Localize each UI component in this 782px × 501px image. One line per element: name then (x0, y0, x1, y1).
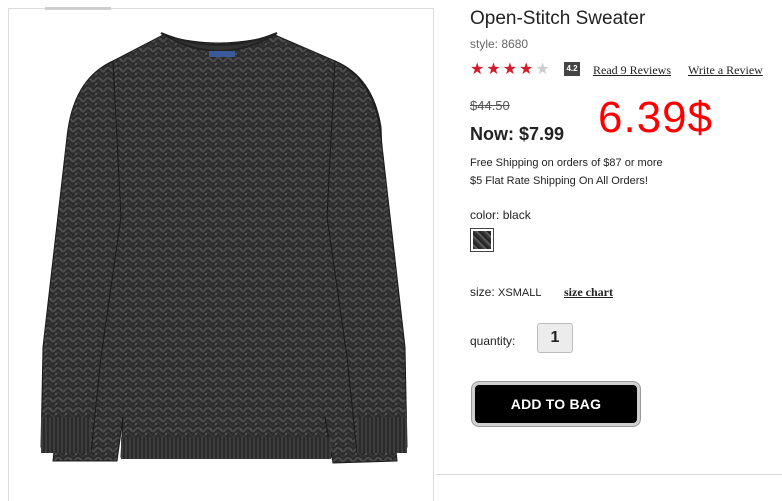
color-swatch-black[interactable] (470, 228, 494, 252)
now-label: Now: (470, 124, 514, 144)
size-label: size: (470, 285, 495, 299)
sweater-image[interactable] (13, 17, 431, 487)
size-row: size: XSMALL (470, 285, 541, 299)
size-value[interactable]: XSMALL (498, 287, 541, 299)
quantity-label: quantity: (470, 334, 516, 348)
product-info-panel: Open-Stitch Sweater style: 8680 ★ ★ ★ ★ ★ 4.… (470, 0, 782, 501)
write-review-link[interactable]: Write a Review (688, 63, 763, 78)
color-value: black (502, 208, 531, 222)
swatch-texture (473, 231, 491, 249)
now-price-value: $7.99 (519, 124, 565, 144)
rating-badge: 4.2 (564, 62, 580, 76)
sale-price: Now: $7.99 (470, 124, 564, 145)
star-icon: ★ (470, 59, 485, 78)
style-label: style: (470, 37, 499, 51)
rating-stars: ★ ★ ★ ★ ★ (470, 61, 552, 77)
color-label: color: (470, 208, 500, 222)
color-row: color: black (470, 208, 531, 222)
star-icon: ★ (502, 59, 518, 78)
flat-rate-shipping-note: $5 Flat Rate Shipping On All Orders! (470, 175, 648, 187)
read-reviews-link[interactable]: Read 9 Reviews (593, 63, 671, 78)
original-price: $44.50 (470, 98, 510, 113)
quantity-input[interactable]: 1 (537, 323, 573, 353)
style-number: style: 8680 (470, 37, 528, 51)
size-chart-link[interactable]: size chart (564, 285, 613, 300)
handwritten-price-annotation: 6.39$ (598, 93, 714, 142)
product-title: Open-Stitch Sweater (470, 8, 646, 29)
style-value: 8680 (501, 37, 529, 51)
image-tab-indicator (45, 7, 111, 10)
star-icon: ★ (535, 59, 550, 78)
star-icon: ★ (519, 59, 534, 78)
free-shipping-note: Free Shipping on orders of $87 or more (470, 157, 663, 169)
product-image-panel (8, 7, 434, 501)
add-to-bag-button[interactable]: ADD TO BAG (472, 382, 640, 426)
star-icon: ★ (486, 59, 501, 78)
